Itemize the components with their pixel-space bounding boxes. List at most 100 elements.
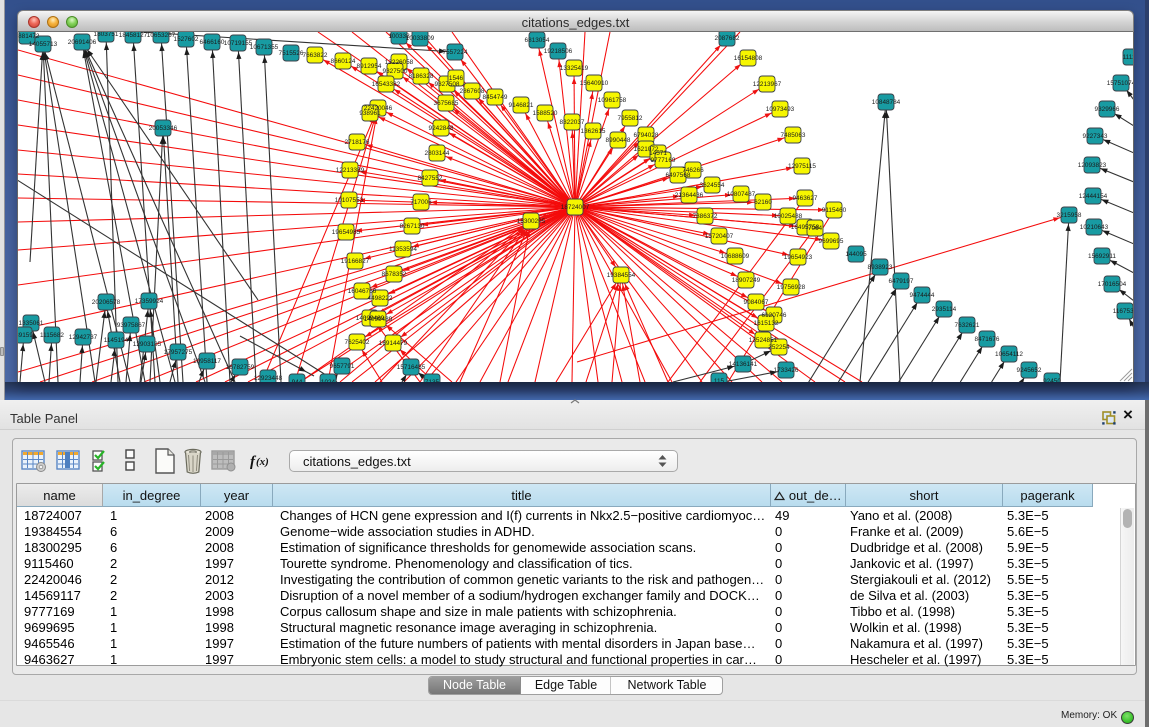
svg-text:9242848: 9242848 <box>429 125 454 132</box>
svg-text:16543382: 16543382 <box>372 81 401 88</box>
svg-text:9777169: 9777169 <box>651 157 676 164</box>
svg-text:7557224: 7557224 <box>443 49 468 56</box>
svg-text:10688609: 10688609 <box>721 253 750 260</box>
svg-text:16046766: 16046766 <box>348 288 377 295</box>
svg-text:7625402: 7625402 <box>345 339 370 346</box>
svg-text:252254: 252254 <box>768 344 790 351</box>
svg-text:16154808: 16154808 <box>734 55 763 62</box>
svg-text:9474444: 9474444 <box>910 292 935 299</box>
svg-text:10654112: 10654112 <box>995 351 1023 358</box>
svg-text:14099489: 14099489 <box>364 316 393 323</box>
svg-text:17359924: 17359924 <box>135 298 164 305</box>
svg-text:13524851: 13524851 <box>749 337 778 344</box>
svg-text:19756928: 19756928 <box>777 284 806 291</box>
svg-text:1803751: 1803751 <box>94 32 119 38</box>
svg-text:14055713: 14055713 <box>29 41 58 48</box>
svg-text:4498222: 4498222 <box>368 295 393 302</box>
svg-text:717006: 717006 <box>410 199 432 206</box>
svg-text:9327508: 9327508 <box>435 81 460 88</box>
svg-text:9245652: 9245652 <box>1017 367 1042 374</box>
svg-text:3675685: 3675685 <box>434 100 459 107</box>
svg-text:7515526: 7515526 <box>279 50 304 57</box>
svg-text:13226058: 13226058 <box>385 59 414 66</box>
svg-text:1145194: 1145194 <box>104 337 129 344</box>
svg-text:8678352: 8678352 <box>382 271 407 278</box>
svg-text:6479197: 6479197 <box>889 278 914 285</box>
svg-text:14571: 14571 <box>649 150 667 157</box>
svg-text:1733426: 1733426 <box>774 367 799 374</box>
svg-text:115: 115 <box>714 378 725 382</box>
svg-text:12213967: 12213967 <box>753 81 782 88</box>
svg-text:7632621: 7632621 <box>955 322 980 329</box>
svg-text:938961: 938961 <box>359 110 381 117</box>
svg-text:15716485: 15716485 <box>397 364 426 371</box>
svg-text:3624554: 3624554 <box>700 182 725 189</box>
svg-text:8471676: 8471676 <box>975 336 1000 343</box>
svg-text:1615132: 1615132 <box>754 320 779 327</box>
svg-text:9657791: 9657791 <box>330 363 355 370</box>
svg-text:9327500: 9327500 <box>383 68 408 75</box>
svg-text:16782759: 16782759 <box>226 364 255 371</box>
svg-text:12975115: 12975115 <box>788 163 816 170</box>
svg-text:10961758: 10961758 <box>598 97 627 104</box>
svg-text:39159: 39159 <box>18 332 33 339</box>
svg-text:19166827: 19166827 <box>341 258 370 265</box>
svg-text:8186328: 8186328 <box>409 73 434 80</box>
svg-text:17016504: 17016504 <box>1098 281 1127 288</box>
svg-text:10973493: 10973493 <box>766 106 795 113</box>
svg-text:12213389: 12213389 <box>336 167 365 174</box>
svg-text:1546: 1546 <box>449 75 464 82</box>
svg-text:1588520: 1588520 <box>533 110 558 117</box>
svg-text:11123: 11123 <box>1123 54 1133 61</box>
svg-text:8938923: 8938923 <box>868 264 893 271</box>
svg-text:9227343: 9227343 <box>1083 133 1108 140</box>
svg-text:10033809: 10033809 <box>406 35 435 42</box>
svg-text:2087682: 2087682 <box>715 35 740 42</box>
svg-text:144095: 144095 <box>845 251 867 258</box>
svg-text:6120746: 6120746 <box>762 312 787 319</box>
svg-text:19384554: 19384554 <box>607 272 636 279</box>
svg-text:10719155: 10719155 <box>224 40 253 47</box>
svg-text:9084067: 9084067 <box>744 299 769 306</box>
svg-text:7663822: 7663822 <box>303 52 328 59</box>
svg-text:13325419: 13325419 <box>560 65 589 72</box>
svg-text:2803144: 2803144 <box>425 150 450 157</box>
svg-text:18724007: 18724007 <box>561 204 590 211</box>
svg-text:8660124: 8660124 <box>331 58 356 65</box>
svg-text:18907249: 18907249 <box>732 277 761 284</box>
svg-text:15720407: 15720407 <box>705 233 734 240</box>
svg-text:19218506: 19218506 <box>544 48 573 55</box>
svg-text:12093823: 12093823 <box>1078 162 1107 169</box>
svg-text:6794028: 6794028 <box>634 132 659 139</box>
svg-text:2718176: 2718176 <box>345 139 370 146</box>
svg-text:17957275: 17957275 <box>164 349 193 356</box>
svg-text:12444154: 12444154 <box>1079 193 1108 200</box>
svg-text:18458127: 18458127 <box>119 32 148 39</box>
svg-text:8322037: 8322037 <box>560 119 585 126</box>
svg-text:62160: 62160 <box>754 199 772 206</box>
svg-text:15751074: 15751074 <box>1107 80 1133 87</box>
svg-text:10807487: 10807487 <box>727 191 756 198</box>
svg-text:14136141: 14136141 <box>729 361 758 368</box>
svg-text:746266: 746266 <box>682 167 704 174</box>
svg-text:16914479: 16914479 <box>379 340 408 347</box>
svg-text:15640910: 15640910 <box>580 80 609 87</box>
svg-text:15692911: 15692911 <box>1088 253 1116 260</box>
svg-text:7485063: 7485063 <box>781 132 806 139</box>
svg-text:92450: 92450 <box>1043 378 1061 382</box>
svg-text:19654985: 19654985 <box>332 229 361 236</box>
svg-text:9115460: 9115460 <box>822 207 847 214</box>
svg-text:6466160: 6466160 <box>200 39 225 46</box>
svg-text:18300295: 18300295 <box>517 218 546 225</box>
svg-text:8427552: 8427552 <box>418 175 443 182</box>
svg-text:10025488: 10025488 <box>774 213 803 220</box>
svg-text:12923448: 12923448 <box>254 375 283 382</box>
svg-text:10107553: 10107553 <box>335 197 364 204</box>
svg-text:20206578: 20206578 <box>92 299 121 306</box>
svg-text:6813054: 6813054 <box>525 37 550 44</box>
svg-text:8454749: 8454749 <box>483 94 508 101</box>
svg-text:3215958: 3215958 <box>1057 212 1082 219</box>
svg-text:11353594: 11353594 <box>389 246 417 253</box>
svg-text:12942737: 12942737 <box>69 334 98 341</box>
svg-text:1335061: 1335061 <box>19 320 44 327</box>
